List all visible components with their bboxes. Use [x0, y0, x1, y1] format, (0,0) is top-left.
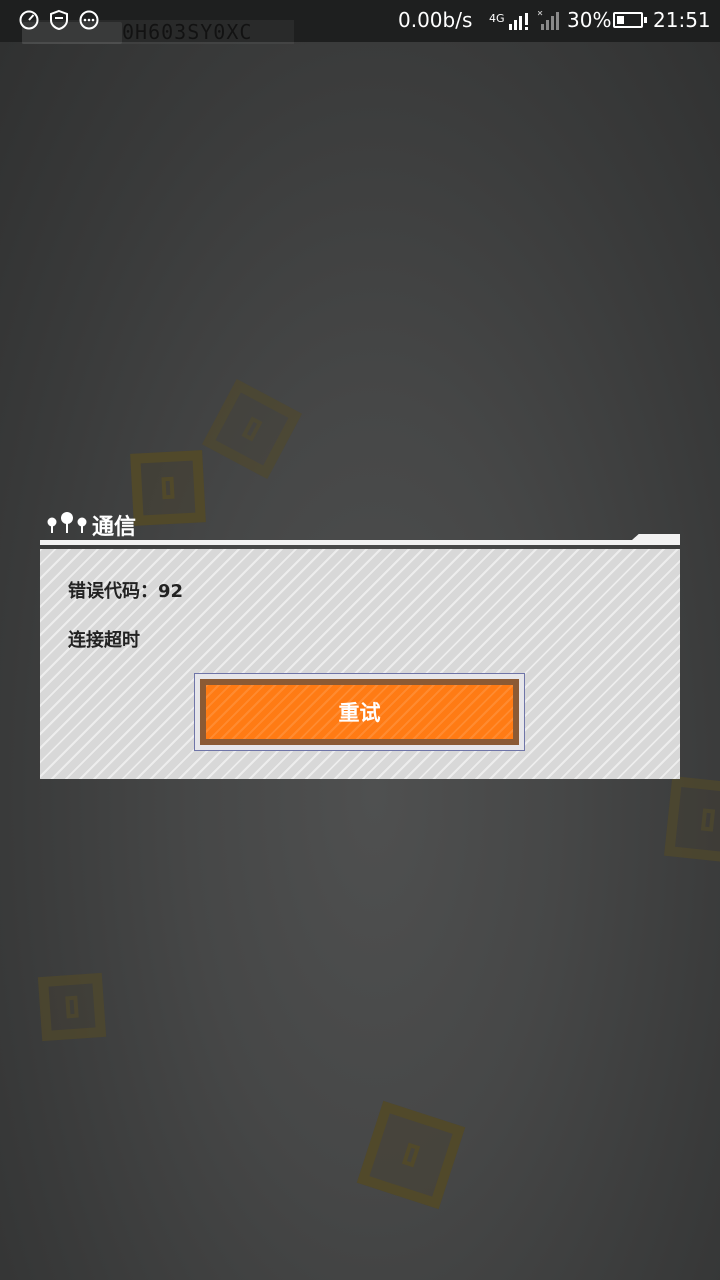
decor-tile [201, 378, 303, 480]
signal-weak-icon [538, 11, 559, 30]
dialog-header: 通信 [40, 505, 680, 549]
error-message: 连接超时 [68, 630, 140, 651]
net-speed: 0.00b/s [398, 8, 473, 32]
battery-percent: 30% [567, 8, 612, 32]
battery-fill [617, 16, 624, 24]
network-nodes-icon [47, 512, 87, 533]
game-id-text: 0H603SY0XC [122, 20, 253, 44]
game-id-label [22, 22, 122, 44]
battery-nub [644, 17, 647, 23]
dialog-title: 通信 [92, 515, 137, 540]
clock: 21:51 [653, 8, 711, 32]
status-bar: 0H603SY0XC 0.00b/s 4G 30% 21:51 [0, 0, 720, 44]
error-code: 错误代码：92 [68, 581, 184, 602]
decor-tile [37, 972, 107, 1042]
title-divider [40, 540, 680, 545]
network-type: 4G [489, 12, 505, 25]
decor-tile [356, 1100, 466, 1210]
retry-button[interactable]: 重试 [200, 679, 519, 745]
battery-icon [613, 12, 647, 28]
decor-tile [664, 776, 720, 864]
retry-button-frame: 重试 [194, 673, 525, 751]
signal-icon [509, 13, 528, 30]
